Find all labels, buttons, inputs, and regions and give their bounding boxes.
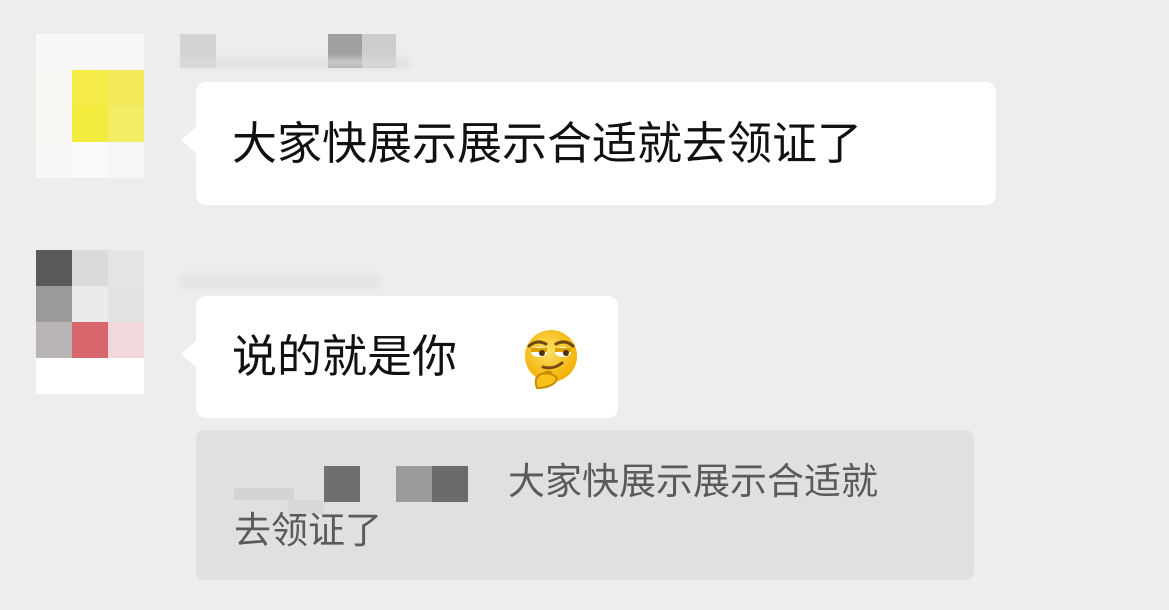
avatar-pixel [36, 250, 72, 286]
avatar-pixel [72, 250, 108, 286]
message-text: 大家快展示展示合适就去领证了 [232, 117, 863, 170]
avatar-pixel [72, 286, 108, 322]
avatar-pixel [108, 142, 144, 178]
sender-name-redacted [180, 34, 410, 68]
avatar-pixel [108, 286, 144, 322]
avatar-pixel [72, 106, 108, 142]
chat-window: 大家快展示展示合适就去领证了 说的就是你 大家快展示展示合适就 去领证了 [0, 0, 1169, 610]
avatar-pixel [108, 106, 144, 142]
avatar-pixel [36, 70, 72, 106]
avatar-pixel [36, 34, 72, 70]
avatar-pixel [36, 322, 72, 358]
avatar-pixel [36, 358, 72, 394]
avatar-pixel [72, 322, 108, 358]
message-text: 说的就是你 [232, 330, 458, 383]
sender-name-redacted [180, 255, 380, 289]
avatar-pixel [108, 70, 144, 106]
avatar-pixel [72, 142, 108, 178]
avatar-pixel [108, 34, 144, 70]
avatar-pixel [36, 142, 72, 178]
avatar[interactable] [36, 34, 144, 178]
quoted-text-line-1: 大家快展示展示合适就 [508, 460, 878, 503]
message-bubble[interactable]: 说的就是你 [181, 296, 618, 418]
avatar-pixel [36, 106, 72, 142]
avatar-pixel [108, 358, 144, 394]
avatar-pixel [108, 250, 144, 286]
avatar-pixel [72, 34, 108, 70]
avatar-pixel [72, 70, 108, 106]
avatar-pixel [72, 358, 108, 394]
quoted-text-line-2: 去领证了 [234, 509, 382, 552]
thinking-smirk-emoji-icon [525, 330, 577, 390]
avatar-pixel [36, 286, 72, 322]
quoted-message[interactable]: 大家快展示展示合适就 去领证了 [196, 430, 974, 580]
avatar[interactable] [36, 250, 144, 394]
message-bubble[interactable]: 大家快展示展示合适就去领证了 [181, 82, 996, 205]
avatar-pixel [108, 322, 144, 358]
